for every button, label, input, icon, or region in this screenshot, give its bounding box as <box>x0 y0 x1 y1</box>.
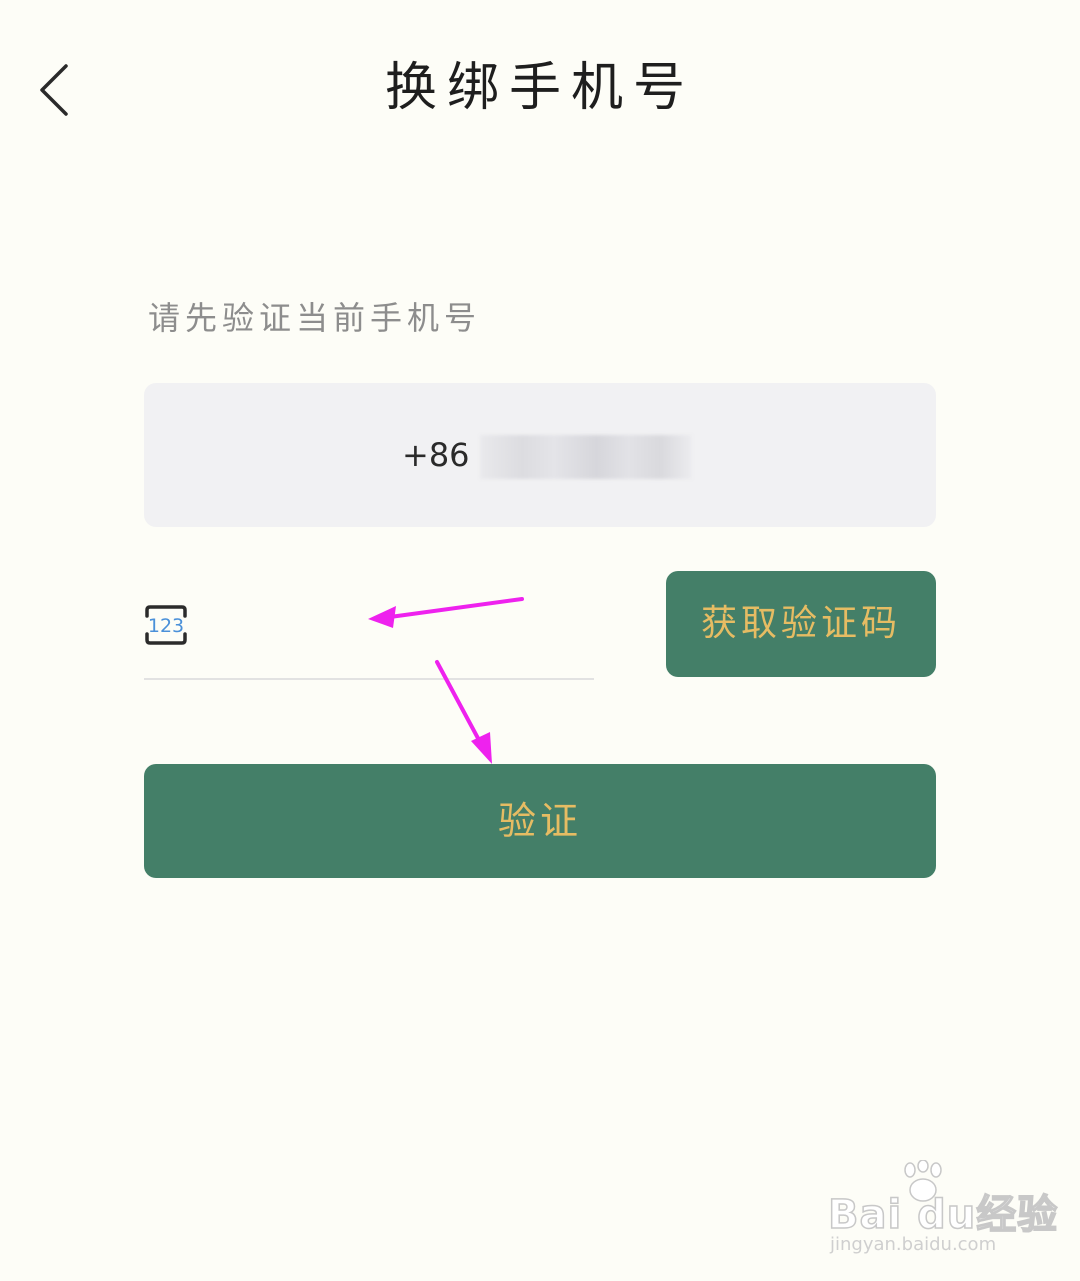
verification-code-row: 123 <box>144 580 594 680</box>
verify-button[interactable]: 验证 <box>144 764 936 878</box>
page-title: 换绑手机号 <box>384 58 695 118</box>
current-phone-field: +86 <box>144 383 936 527</box>
masked-phone-number <box>480 435 692 479</box>
watermark-logo: Bai du经验 <box>827 1191 1059 1239</box>
get-verification-code-button[interactable]: 获取验证码 <box>666 571 936 677</box>
baidu-jingyan-watermark: Bai du经验 jingyan.baidu.com <box>827 1160 1068 1260</box>
country-code: +86 <box>402 436 470 474</box>
keypad-icon-text: 123 <box>148 615 184 637</box>
numeric-keypad-icon: 123 <box>145 605 187 645</box>
instruction-text: 请先验证当前手机号 <box>148 299 482 337</box>
verification-code-input[interactable] <box>208 600 592 652</box>
watermark-url: jingyan.baidu.com <box>830 1234 997 1255</box>
